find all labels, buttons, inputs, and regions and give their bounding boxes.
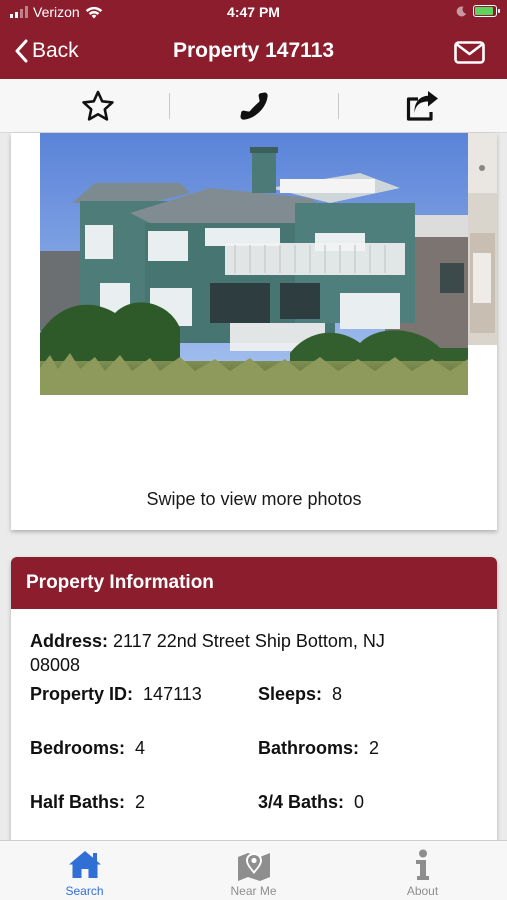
battery-icon [473,5,500,17]
photo-carousel[interactable]: Swipe to view more photos [11,133,497,530]
share-button[interactable] [338,79,507,133]
next-photo-image [468,133,497,345]
favorite-button[interactable] [25,79,170,133]
sleeps-value: 8 [332,684,343,704]
next-photo-preview[interactable] [468,133,497,345]
bathrooms-value: 2 [369,738,380,758]
tab-bar: Search Near Me About [0,840,507,900]
bedrooms-label: Bedrooms: [30,738,126,758]
swipe-hint: Swipe to view more photos [146,489,362,509]
property-id-row: Property ID: 147113 [30,684,202,705]
three-quarter-baths-label: 3/4 Baths: [258,792,345,812]
tab-near-me-label: Near Me [230,884,277,898]
phone-icon [240,92,268,120]
status-time: 4:47 PM [227,4,280,20]
half-baths-label: Half Baths: [30,792,126,812]
status-bar: Verizon 4:47 PM [0,0,507,26]
property-photo[interactable] [40,133,468,395]
moon-icon [456,5,467,16]
info-icon [415,849,429,880]
property-id-label: Property ID: [30,684,134,704]
bedrooms-row: Bedrooms: 4 [30,738,145,759]
nav-bar: Back Property 147113 [0,27,507,79]
tab-search-label: Search [65,884,104,898]
page-title: Property 147113 [172,39,335,62]
property-id-value: 147113 [143,684,202,704]
three-quarter-baths-row: 3/4 Baths: 0 [258,792,364,813]
half-baths-row: Half Baths: 2 [30,792,145,813]
share-icon [406,91,438,121]
house-photo-image [40,133,468,395]
action-toolbar [0,79,507,133]
property-info-card: Property Information Address: 2117 22nd … [11,557,497,857]
map-pin-icon [237,853,270,881]
home-icon [68,851,101,878]
three-quarter-baths-value: 0 [354,792,365,812]
tab-about-label: About [406,884,439,898]
sleeps-label: Sleeps: [258,684,323,704]
tab-near-me[interactable]: Near Me [169,841,338,900]
half-baths-value: 2 [135,792,146,812]
tab-about[interactable]: About [338,841,507,900]
address-label: Address: [30,631,109,651]
tab-search[interactable]: Search [0,841,169,900]
app-header: Verizon 4:47 PM Back Property 147113 [0,0,507,79]
envelope-icon [454,41,485,64]
address-row: Address: 2117 22nd Street Ship Bottom, N… [30,629,430,677]
call-button[interactable] [170,79,338,133]
section-title: Property Information [11,557,497,609]
sleeps-row: Sleeps: 8 [258,684,342,705]
star-icon [81,90,114,121]
bedrooms-value: 4 [135,738,146,758]
bathrooms-row: Bathrooms: 2 [258,738,379,759]
bathrooms-label: Bathrooms: [258,738,360,758]
email-button[interactable] [454,41,485,69]
